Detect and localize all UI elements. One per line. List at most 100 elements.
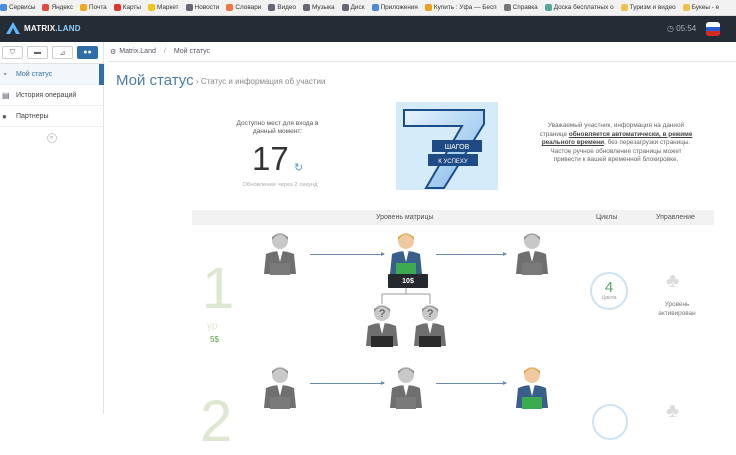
bookmark-item[interactable]: Справка — [503, 4, 538, 11]
sidebar-item-my-status[interactable]: ◔ Мой статус — [0, 64, 104, 85]
wallet-icon: ▬ — [34, 49, 41, 56]
refresh-icon[interactable]: ↻ — [294, 161, 303, 174]
bookmark-item[interactable]: Приложения — [371, 4, 418, 11]
bookmark-item[interactable]: Карты — [113, 4, 141, 11]
level-label: ур — [207, 321, 218, 332]
page-title: Мой статус — [116, 72, 194, 89]
current-user-icon — [390, 233, 422, 275]
bookmark-item[interactable]: Букеы - е — [682, 4, 720, 11]
sidebar-tab-stats[interactable]: ⊿ — [52, 46, 73, 59]
center-price-badge: 10$ — [388, 274, 428, 288]
bookmark-item[interactable]: Новости — [185, 4, 220, 11]
col-cycles: Циклы — [596, 214, 618, 221]
bookmark-label: Доска бесплатных о — [553, 4, 614, 11]
banner-text1: ШАГОВ — [445, 144, 470, 151]
bookmark-item[interactable]: Почта — [79, 4, 107, 11]
bookmark-label: Яндекс — [51, 4, 73, 11]
arrow-line — [436, 381, 507, 385]
bookmark-label: Видео — [277, 4, 296, 11]
bookmark-item[interactable]: Маркет — [147, 4, 179, 11]
update-note: Обновление через 2 секунд — [242, 182, 318, 188]
bookmark-label: Маркет — [156, 4, 179, 11]
breadcrumb: ⚙ Matrix.Land / Мой статус — [108, 42, 736, 62]
col-matrix-level: Уровень матрицы — [376, 214, 434, 221]
bookmark-label: Сервисы — [9, 4, 36, 11]
bookmark-icon — [185, 4, 193, 11]
bookmark-icon — [0, 4, 7, 11]
bookmark-item[interactable]: Словари — [226, 4, 261, 11]
cycles-label: Цикла — [601, 295, 617, 301]
collapse-sidebar-button[interactable]: « — [46, 133, 57, 143]
bookmark-label: Приложения — [380, 4, 418, 11]
sidebar-tab-users[interactable]: ●● — [77, 46, 98, 59]
bookmark-icon — [371, 4, 379, 11]
bookmark-icon — [42, 4, 50, 11]
sidebar-tabs: ⛉ ▬ ⊿ ●● — [0, 42, 103, 64]
matrix-diagram: ?? — [264, 233, 548, 409]
arrow-line — [310, 381, 385, 385]
bookmark-item[interactable]: Туризм и видео — [620, 4, 676, 11]
sidebar-item-partners[interactable]: ● Партнеры — [0, 106, 103, 127]
clock: ◷ 05:54 — [667, 24, 697, 33]
page-subtitle: › Статус и информация об участии — [196, 77, 326, 86]
sidebar-item-history[interactable]: ▤ История операций — [0, 85, 103, 106]
clover-icon: ♣ — [666, 400, 680, 422]
cycles-counter: 4 Цикла — [590, 272, 628, 310]
bookmark-item[interactable]: Сервисы — [0, 4, 35, 11]
level-status: Уровень активирован — [658, 301, 696, 317]
bookmark-item[interactable]: Видео — [268, 4, 296, 11]
partner-icon — [390, 367, 422, 409]
gauge-icon: ◔ — [2, 69, 7, 79]
auto-update-notice: Уважаемый участник, информация на данной… — [539, 122, 693, 164]
bookmark-icon — [303, 4, 310, 11]
bookmark-label: Словари — [235, 4, 262, 11]
bookmark-item[interactable]: Доска бесплатных о — [544, 4, 614, 11]
arrow-line — [436, 252, 507, 256]
bookmark-item[interactable]: Диск — [341, 4, 365, 11]
available-places-label: Доступно мест для входа в данный момент: — [236, 120, 319, 135]
svg-text:?: ? — [379, 308, 385, 320]
bookmark-label: Почта — [88, 4, 107, 11]
bookmark-label: Букеы - е — [691, 4, 720, 11]
bookmark-label: Карты — [122, 4, 141, 11]
bookmark-item[interactable]: Купить : Уфа — Бесп — [424, 4, 497, 11]
sidebar-item-label: Мой статус — [16, 70, 53, 78]
sidebar-item-label: История операций — [16, 91, 77, 99]
language-flag[interactable] — [706, 22, 720, 36]
bookmark-item[interactable]: Музыка — [303, 4, 335, 11]
bookmark-icon — [113, 4, 121, 11]
chart-icon: ⊿ — [59, 49, 66, 57]
clover-icon: ♣ — [666, 270, 680, 292]
sidebar-menu: ◔ Мой статус ▤ История операций ● Партнеры — [0, 64, 104, 127]
users-icon: ● — [2, 111, 7, 121]
unknown-partner-icon: ? — [414, 305, 446, 347]
cycles-counter-2 — [592, 404, 628, 440]
svg-text:?: ? — [427, 308, 433, 320]
bookmark-icon — [682, 4, 690, 11]
breadcrumb-current: Мой статус — [173, 48, 211, 55]
bookmark-icon — [620, 4, 628, 11]
banner-text2: К УСПЕХУ — [438, 159, 468, 165]
current-user-icon — [516, 367, 548, 409]
bookmark-label: Музыка — [312, 4, 335, 11]
unknown-partner-icon: ? — [366, 305, 398, 347]
bookmark-label: Новости — [194, 4, 220, 11]
time-value: 05:54 — [676, 24, 697, 33]
bookmark-icon — [79, 4, 87, 11]
col-management: Управление — [656, 214, 695, 221]
matrix-land-logo[interactable]: MATRIX.LAND — [6, 22, 81, 34]
sitemap-icon: ⛉ — [9, 48, 16, 56]
top-header: MATRIX.LAND ◷ 05:54 — [0, 16, 736, 42]
bookmark-label: Справка — [512, 4, 538, 11]
sidebar-tab-wallet[interactable]: ▬ — [27, 46, 48, 59]
breadcrumb-root[interactable]: Matrix.Land — [119, 48, 156, 55]
cycles-value: 4 — [604, 279, 614, 296]
level-number: 1 — [202, 256, 235, 321]
available-places-count: 17 — [252, 140, 289, 177]
bookmark-icon — [226, 4, 234, 11]
bookmark-item[interactable]: Яндекс — [42, 4, 73, 11]
sidebar-tab-matrix[interactable]: ⛉ — [2, 46, 23, 59]
level-price: 5$ — [210, 335, 219, 344]
bookmark-label: Туризм и видео — [629, 4, 676, 11]
bookmark-label: Диск — [350, 4, 365, 11]
